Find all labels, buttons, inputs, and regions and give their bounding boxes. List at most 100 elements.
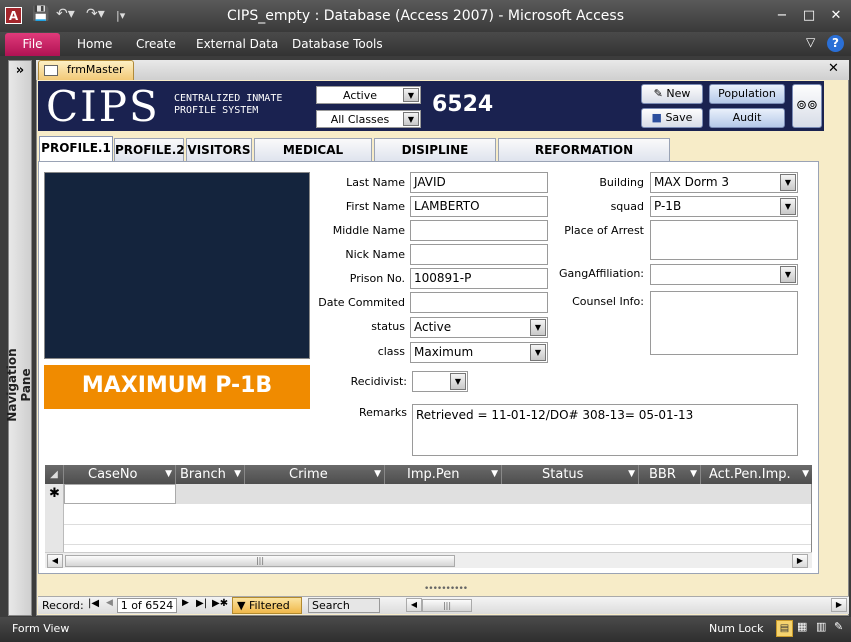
remarks-field[interactable]: Retrieved = 11-01-12/DO# 308-13= 05-01-1… xyxy=(412,404,798,456)
col-act-pen-imp-label: Act.Pen.Imp. xyxy=(709,467,791,482)
col-bbr-label: BBR xyxy=(649,467,676,482)
scroll-right-icon[interactable]: ▶ xyxy=(792,554,808,568)
population-button[interactable]: Population xyxy=(709,84,785,104)
prev-record-icon[interactable]: ◀ xyxy=(106,598,113,608)
minimize-button[interactable]: − xyxy=(770,7,794,25)
grid-row-line xyxy=(64,544,811,545)
minimize-ribbon-icon[interactable]: ▽ xyxy=(806,35,815,49)
class-banner: MAXIMUM P-1B xyxy=(44,365,310,409)
chevron-down-icon[interactable]: ▼ xyxy=(165,465,172,484)
new-button[interactable]: ✎ New xyxy=(641,84,703,104)
date-commited-label: Date Commited xyxy=(318,296,405,309)
close-button[interactable]: ✕ xyxy=(824,7,848,25)
tab-visitors[interactable]: VISITORS xyxy=(186,138,252,161)
inmate-photo[interactable] xyxy=(44,172,310,359)
layout-view-icon[interactable]: ▥ xyxy=(816,620,826,633)
form-scroll-left-icon[interactable]: ◀ xyxy=(406,598,422,612)
chevron-down-icon[interactable]: ▼ xyxy=(780,266,796,283)
form-scroll-thumb[interactable]: ||| xyxy=(422,599,472,612)
status-bar: Form View Num Lock ▤ ▦ ▥ ✎ xyxy=(0,617,851,642)
squad-label: squad xyxy=(610,200,644,213)
chevron-down-icon[interactable]: ▼ xyxy=(491,465,498,484)
filtered-toggle[interactable]: ▼ Filtered xyxy=(232,597,302,614)
chevron-down-icon[interactable]: ▼ xyxy=(802,465,809,484)
new-record-row[interactable] xyxy=(64,484,811,504)
gang-affiliation-select[interactable]: ▼ xyxy=(650,264,798,285)
tab-home[interactable]: Home xyxy=(77,37,112,51)
filter-icon: ▼ xyxy=(237,599,246,612)
form-view-icon[interactable]: ▤ xyxy=(776,620,793,637)
place-of-arrest-label: Place of Arrest xyxy=(564,224,644,237)
chevron-down-icon[interactable]: ▼ xyxy=(374,465,381,484)
chevron-down-icon[interactable]: ▼ xyxy=(780,174,796,191)
col-crime[interactable]: Crime ▼ xyxy=(245,465,385,484)
new-record-icon: ✱ xyxy=(49,486,60,501)
new-record-nav-icon[interactable]: ▶✱ xyxy=(212,598,228,609)
next-record-icon[interactable]: ▶ xyxy=(182,598,189,608)
col-branch[interactable]: Branch ▼ xyxy=(176,465,245,484)
tab-external-data[interactable]: External Data xyxy=(196,37,278,51)
file-tab[interactable]: File xyxy=(5,33,60,56)
nav-pane-toggle-icon[interactable]: » xyxy=(9,63,31,78)
col-status[interactable]: Status ▼ xyxy=(502,465,639,484)
chevron-down-icon[interactable]: ▼ xyxy=(403,112,419,126)
chevron-down-icon[interactable]: ▼ xyxy=(628,465,635,484)
close-document-icon[interactable]: ✕ xyxy=(828,61,839,76)
class-label: class xyxy=(377,345,405,358)
scroll-left-icon[interactable]: ◀ xyxy=(47,554,63,568)
chevron-down-icon[interactable]: ▼ xyxy=(403,88,419,102)
recidivist-select[interactable]: ▼ xyxy=(412,371,468,392)
caseno-new-cell[interactable] xyxy=(64,484,176,504)
building-select[interactable]: MAX Dorm 3 ▼ xyxy=(650,172,798,193)
col-imp-pen[interactable]: Imp.Pen ▼ xyxy=(385,465,502,484)
design-view-icon[interactable]: ✎ xyxy=(834,620,843,633)
splitter-grip[interactable]: •••••••••• xyxy=(424,584,468,594)
chevron-down-icon[interactable]: ▼ xyxy=(530,344,546,361)
current-record-field[interactable]: 1 of 6524 xyxy=(117,598,177,613)
col-bbr[interactable]: BBR ▼ xyxy=(639,465,701,484)
tab-disipline-record[interactable]: DISIPLINE RECORD xyxy=(374,138,496,179)
maximize-button[interactable]: □ xyxy=(797,7,821,25)
tab-profile-2[interactable]: PROFILE.2 xyxy=(114,138,185,161)
scroll-thumb[interactable]: ||| xyxy=(65,555,455,567)
save-button[interactable]: ■ Save xyxy=(641,108,703,128)
col-act-pen-imp[interactable]: Act.Pen.Imp. ▼ xyxy=(701,465,812,484)
squad-value: P-1B xyxy=(654,199,682,213)
tab-database-tools[interactable]: Database Tools xyxy=(292,37,383,51)
help-icon[interactable]: ? xyxy=(827,35,844,52)
chevron-down-icon[interactable]: ▼ xyxy=(780,198,796,215)
tab-reformation-program[interactable]: REFORMATION PROGRAM xyxy=(498,138,670,179)
tab-profile-1[interactable]: PROFILE.1 xyxy=(39,136,113,162)
chevron-down-icon[interactable]: ▼ xyxy=(530,319,546,336)
datasheet-horizontal-scrollbar[interactable]: ◀ ||| ▶ xyxy=(45,552,812,568)
tab-create[interactable]: Create xyxy=(136,37,176,51)
audit-button[interactable]: Audit xyxy=(709,108,785,128)
grid-row-line xyxy=(64,524,811,525)
status-select[interactable]: Active ▼ xyxy=(410,317,548,338)
class-filter-select[interactable]: All Classes ▼ xyxy=(316,110,421,128)
status-filter-select[interactable]: Active ▼ xyxy=(316,86,421,104)
search-input[interactable]: Search xyxy=(308,598,380,613)
last-record-icon[interactable]: ▶| xyxy=(196,598,207,609)
counsel-info-field[interactable] xyxy=(650,291,798,355)
form-scroll-right-icon[interactable]: ▶ xyxy=(831,598,847,612)
col-caseno[interactable]: CaseNo ▼ xyxy=(64,465,176,484)
first-record-icon[interactable]: |◀ xyxy=(88,598,99,609)
floppy-icon: ■ xyxy=(651,111,662,124)
binoculars-search-icon[interactable]: ⊚⊚ xyxy=(792,84,822,128)
class-select[interactable]: Maximum ▼ xyxy=(410,342,548,363)
navigation-pane[interactable]: » Navigation Pane xyxy=(5,60,33,616)
chevron-down-icon[interactable]: ▼ xyxy=(234,465,241,484)
select-all-corner[interactable]: ◢ xyxy=(45,465,64,484)
nav-pane-label: Navigation Pane xyxy=(5,348,33,422)
squad-select[interactable]: P-1B ▼ xyxy=(650,196,798,217)
chevron-down-icon[interactable]: ▼ xyxy=(690,465,697,484)
chevron-down-icon[interactable]: ▼ xyxy=(450,373,466,390)
class-value: Maximum xyxy=(414,345,474,359)
logo-subtitle-line1: CENTRALIZED INMATE xyxy=(174,93,283,104)
status-value: Active xyxy=(414,320,452,334)
place-of-arrest-field[interactable] xyxy=(650,220,798,260)
datasheet-view-icon[interactable]: ▦ xyxy=(797,620,807,633)
nick-name-field[interactable] xyxy=(410,244,548,265)
tab-medical-record[interactable]: MEDICAL RECORD xyxy=(254,138,372,179)
